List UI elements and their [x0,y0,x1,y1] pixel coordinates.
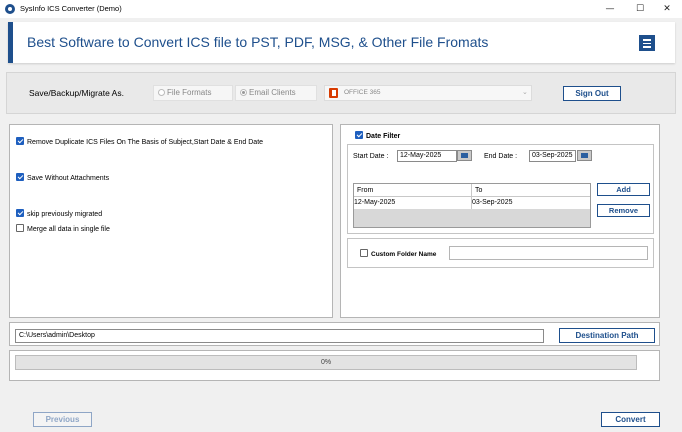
checkbox-checked-icon[interactable] [355,131,363,139]
end-date-label: End Date : [484,153,518,160]
dropdown-value: OFFICE 365 [344,89,381,96]
close-button[interactable]: ✕ [652,0,682,18]
chevron-down-icon: ⌄ [522,88,528,96]
save-as-row: Save/Backup/Migrate As. File Formats Ema… [6,72,676,114]
column-header-from: From [357,187,374,194]
window-title: SysInfo ICS Converter (Demo) [20,4,122,13]
table-cell-from: 12-May-2025 [354,199,396,206]
option-label: Remove Duplicate ICS Files On The Basis … [27,139,264,146]
option-remove-duplicates[interactable]: Remove Duplicate ICS Files On The Basis … [16,137,263,146]
email-clients-label: Email Clients [249,88,296,97]
date-filter-toggle[interactable]: Date Filter [355,131,400,140]
options-panel: Remove Duplicate ICS Files On The Basis … [9,124,333,318]
add-button[interactable]: Add [597,183,650,196]
custom-folder-input[interactable] [449,246,648,260]
option-skip-previously-migrated[interactable]: skip previously migrated [16,209,102,218]
end-date-field[interactable]: 03-Sep-2025 [529,150,576,162]
start-date-field[interactable]: 12-May-2025 [397,150,457,162]
destination-path-button[interactable]: Destination Path [559,328,655,343]
custom-folder-box: Custom Folder Name [347,238,654,268]
custom-folder-label: Custom Folder Name [371,251,437,258]
destination-path-input[interactable]: C:\Users\admin\Desktop [15,329,544,343]
progress-panel: 0% [9,350,660,381]
email-client-dropdown[interactable]: OFFICE 365 ⌄ [324,85,532,101]
file-formats-radio[interactable]: File Formats [153,85,233,101]
table-header: From To [354,184,590,197]
calendar-icon[interactable] [577,150,592,161]
app-logo-icon [5,4,15,14]
option-label: skip previously migrated [27,211,103,218]
date-filter-panel: Date Filter Start Date : 12-May-2025 End… [340,124,660,318]
destination-panel: C:\Users\admin\Desktop Destination Path [9,322,660,346]
column-header-to: To [475,187,483,194]
progress-text: 0% [320,359,332,366]
checkbox-icon[interactable] [16,224,24,232]
date-range-box: Start Date : 12-May-2025 End Date : 03-S… [347,144,654,234]
email-clients-radio[interactable]: Email Clients [235,85,317,101]
radio-icon [158,89,165,96]
custom-folder-toggle[interactable]: Custom Folder Name [360,249,436,258]
convert-button[interactable]: Convert [601,412,660,427]
calendar-icon[interactable] [457,150,472,161]
date-filter-label: Date Filter [366,133,401,140]
save-as-label: Save/Backup/Migrate As. [29,88,124,98]
date-range-table: From To 12-May-2025 03-Sep-2025 [353,183,591,228]
table-cell-to: 03-Sep-2025 [472,199,513,206]
checkbox-checked-icon[interactable] [16,137,24,145]
radio-selected-icon [240,89,247,96]
header-title: Best Software to Convert ICS file to PST… [27,34,489,50]
header-banner: Best Software to Convert ICS file to PST… [8,22,675,63]
progress-bar: 0% [15,355,637,370]
sign-out-button[interactable]: Sign Out [563,86,621,101]
maximize-button[interactable]: ☐ [625,0,655,18]
office365-icon [329,88,338,98]
checkbox-checked-icon[interactable] [16,209,24,217]
column-divider [471,184,472,209]
hamburger-menu-icon[interactable] [639,35,655,51]
table-row[interactable]: 12-May-2025 03-Sep-2025 [354,197,590,209]
remove-button[interactable]: Remove [597,204,650,217]
minimize-button[interactable]: — [595,0,625,18]
option-merge-all-data[interactable]: Merge all data in single file [16,224,110,233]
checkbox-icon[interactable] [360,249,368,257]
start-date-label: Start Date : [353,153,389,160]
option-save-without-attachments[interactable]: Save Without Attachments [16,173,109,182]
option-label: Save Without Attachments [27,175,110,182]
checkbox-checked-icon[interactable] [16,173,24,181]
file-formats-label: File Formats [167,88,212,97]
option-label: Merge all data in single file [27,226,110,233]
previous-button[interactable]: Previous [33,412,92,427]
title-bar: SysInfo ICS Converter (Demo) — ☐ ✕ [0,0,682,18]
